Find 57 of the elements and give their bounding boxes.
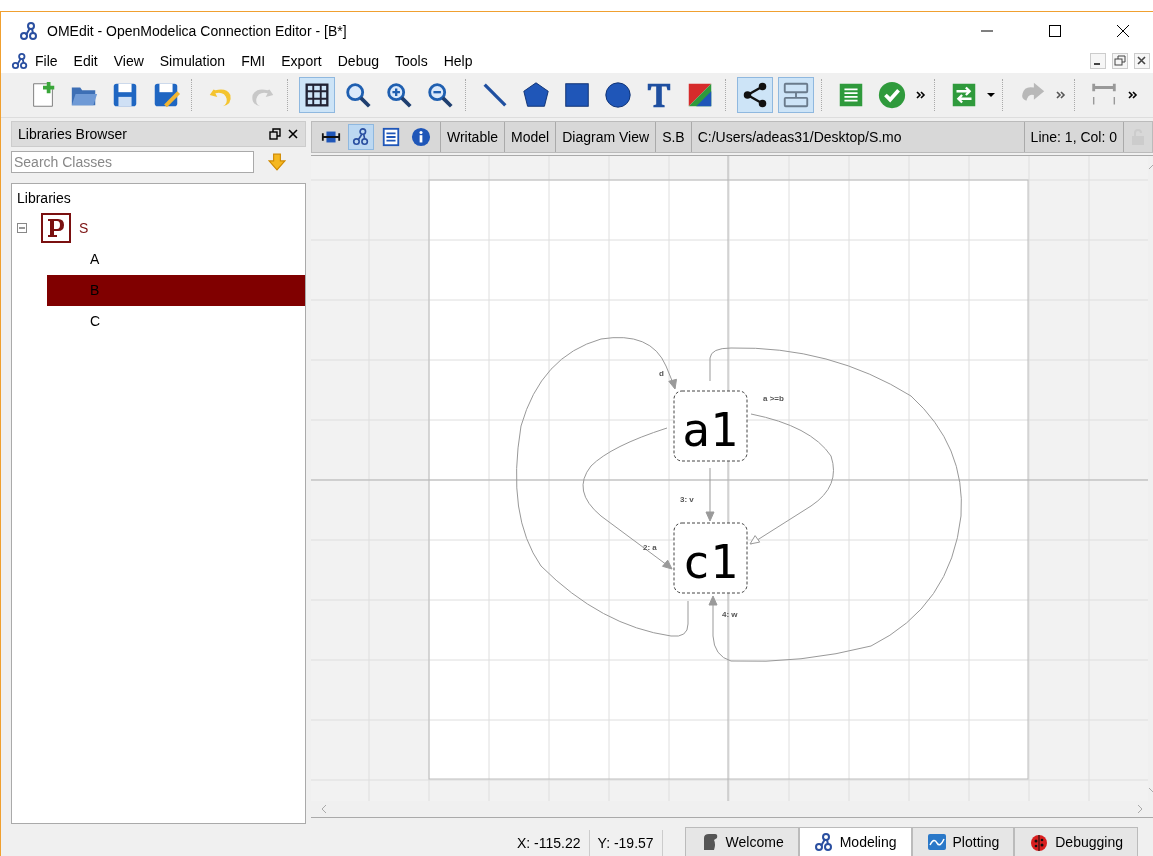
- tree-item[interactable]: C: [47, 306, 305, 337]
- transition-label: d: [659, 369, 664, 378]
- menu-item[interactable]: Tools: [389, 53, 438, 69]
- close-icon[interactable]: [287, 128, 299, 140]
- menu-item[interactable]: Help: [437, 53, 483, 69]
- grid-icon[interactable]: [299, 77, 335, 113]
- caret-icon[interactable]: [987, 91, 995, 99]
- app-icon: [19, 20, 39, 41]
- state-node[interactable]: a1: [673, 390, 748, 462]
- transition-label: 4: w: [722, 610, 738, 619]
- toolbar-label: Diagram View: [556, 122, 657, 152]
- more-icon[interactable]: [915, 89, 927, 101]
- toolbar-label: C:/Users/adeas31/Desktop/S.mo: [691, 122, 1025, 152]
- package-icon: [41, 213, 71, 243]
- toolbar-label: Writable: [441, 122, 506, 152]
- menu-item[interactable]: FMI: [235, 53, 276, 69]
- tree-header: Libraries: [16, 190, 72, 208]
- transition-arrow[interactable]: [705, 467, 715, 522]
- perspective-tab[interactable]: Welcome: [684, 827, 799, 856]
- perspective-tab[interactable]: Modeling: [798, 827, 912, 856]
- close-icon[interactable]: [1116, 23, 1130, 38]
- menu-item[interactable]: Edit: [67, 53, 108, 69]
- menu-item[interactable]: Simulation: [153, 53, 236, 69]
- transition-icon[interactable]: [778, 77, 814, 113]
- transition-label: 2: a: [643, 543, 657, 552]
- menu-item[interactable]: Export: [275, 53, 332, 69]
- y-coordinate: Y: -19.57: [589, 830, 663, 856]
- more-icon[interactable]: [1127, 89, 1139, 101]
- window-title: OMEdit - OpenModelica Connection Editor - [B*]: [47, 22, 347, 39]
- x-coordinate: X: -115.22: [509, 830, 590, 856]
- diagram-icon[interactable]: [348, 124, 374, 150]
- state-node[interactable]: c1: [673, 522, 748, 594]
- toolbar-label: S.B: [656, 122, 692, 152]
- ladybug-icon: [1029, 832, 1050, 852]
- maximize-icon[interactable]: [1048, 23, 1062, 38]
- transition-label: a >=b: [763, 394, 784, 403]
- minimize-icon[interactable]: [1090, 53, 1106, 69]
- menu-item[interactable]: File: [29, 53, 68, 69]
- panel-title: Libraries Browser: [18, 126, 128, 142]
- more-icon[interactable]: [1055, 89, 1067, 101]
- plot-icon: [926, 832, 947, 852]
- transition-label: 3: v: [680, 495, 694, 504]
- app-icon: [11, 52, 29, 70]
- collapse-icon[interactable]: [17, 223, 27, 233]
- menu-item[interactable]: Debug: [331, 53, 389, 69]
- connect-icon[interactable]: [737, 77, 773, 113]
- tree-item[interactable]: A: [47, 244, 305, 275]
- restore-icon[interactable]: [1112, 53, 1128, 69]
- menu-item[interactable]: View: [107, 53, 154, 69]
- perspective-tab[interactable]: Debugging: [1014, 827, 1138, 856]
- toolbar-label: Model: [505, 122, 557, 152]
- cursor-position: Line: 1, Col: 0: [1024, 122, 1124, 152]
- perspective-tab[interactable]: Plotting: [911, 827, 1015, 856]
- search-field[interactable]: Search Classes: [11, 151, 254, 173]
- tree-item[interactable]: S: [77, 220, 91, 236]
- undock-icon[interactable]: [269, 128, 281, 140]
- nodes-icon: [813, 832, 834, 852]
